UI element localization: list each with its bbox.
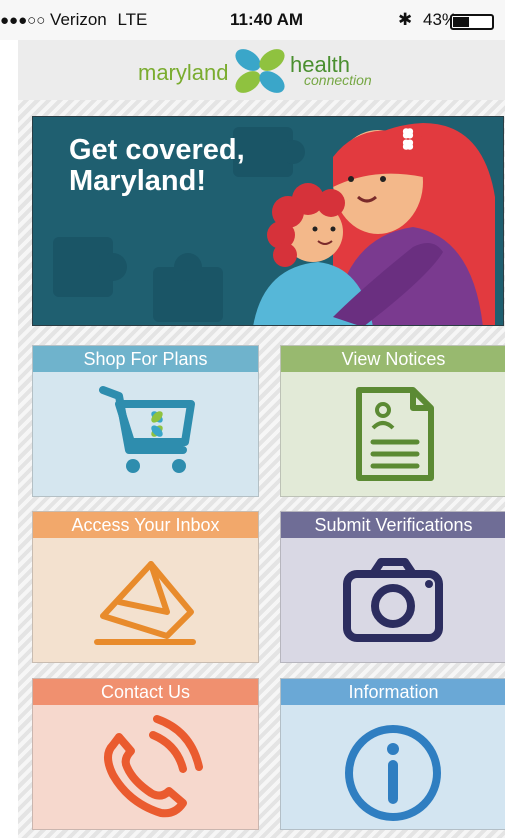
phone-icon: [104, 715, 203, 818]
bluetooth-icon: ✱: [398, 10, 413, 29]
camera-icon: [343, 558, 443, 642]
tile-header: Information: [281, 679, 505, 705]
status-bar: ●●●○○ Verizon LTE 11:40 AM ✱ 43%: [0, 0, 505, 40]
battery-area: ✱ 43%: [398, 10, 457, 30]
signal-strength-icon: ●●●○○: [0, 12, 46, 29]
app-header: maryland health connection: [18, 40, 505, 100]
family-illustration: [253, 123, 495, 325]
submit-verifications-tile[interactable]: Submit Verifications: [280, 511, 505, 663]
shopping-cart-icon: [99, 386, 195, 473]
access-your-inbox-tile[interactable]: Access Your Inbox: [32, 511, 259, 663]
info-icon: [345, 725, 441, 821]
maryland-health-connection-logo: maryland health connection: [138, 48, 388, 94]
document-icon: [356, 387, 434, 481]
shop-for-plans-tile[interactable]: Shop For Plans: [32, 345, 259, 497]
information-tile[interactable]: Information: [280, 678, 505, 830]
tile-header: Submit Verifications: [281, 512, 505, 538]
carrier-indicator: ●●●○○ Verizon LTE: [0, 10, 147, 30]
promo-banner[interactable]: Get covered, Maryland!: [32, 116, 504, 326]
tile-header: Access Your Inbox: [33, 512, 258, 538]
battery-fill: [453, 17, 469, 27]
view-notices-tile[interactable]: View Notices: [280, 345, 505, 497]
logo-flower-icon: [235, 49, 285, 93]
tile-header: View Notices: [281, 346, 505, 372]
logo-word-maryland: maryland: [138, 60, 229, 85]
tile-header: Shop For Plans: [33, 346, 258, 372]
clock: 11:40 AM: [230, 10, 304, 29]
logo-word-connection: connection: [304, 72, 372, 88]
tile-header: Contact Us: [33, 679, 258, 705]
contact-us-tile[interactable]: Contact Us: [32, 678, 259, 830]
carrier-name: Verizon: [50, 10, 107, 29]
network-type: LTE: [117, 10, 148, 29]
envelope-icon: [94, 561, 196, 645]
battery-icon: [450, 14, 494, 30]
